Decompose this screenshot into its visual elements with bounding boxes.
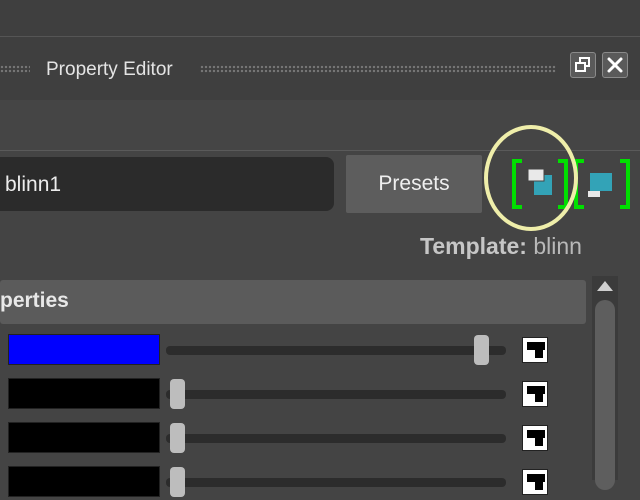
close-icon xyxy=(607,57,623,73)
show-output-button[interactable] xyxy=(574,157,630,211)
vertical-scrollbar[interactable] xyxy=(592,276,618,490)
checker-map-icon[interactable] xyxy=(522,381,548,407)
focus-input-node-icon xyxy=(512,159,568,209)
value-slider[interactable] xyxy=(166,335,506,365)
attribute-row xyxy=(0,378,590,412)
color-swatch[interactable] xyxy=(8,334,160,365)
scroll-up-arrow-icon[interactable] xyxy=(592,276,618,296)
presets-button[interactable]: Presets xyxy=(346,155,482,213)
divider xyxy=(0,150,640,151)
attribute-row xyxy=(0,466,590,500)
node-name-field[interactable]: blinn1 xyxy=(0,157,334,211)
section-label: perties xyxy=(0,289,69,312)
checker-map-icon[interactable] xyxy=(522,337,548,363)
color-swatch[interactable] xyxy=(8,466,160,497)
panel-title: Property Editor xyxy=(46,59,173,80)
top-strip xyxy=(0,0,640,36)
template-info: Template: blinn xyxy=(420,233,582,260)
color-swatch[interactable] xyxy=(8,378,160,409)
attribute-row xyxy=(0,334,590,368)
focus-input-button[interactable] xyxy=(512,157,568,211)
value-slider[interactable] xyxy=(166,379,506,409)
drag-grip-right[interactable] xyxy=(200,65,556,73)
drag-grip-left[interactable] xyxy=(0,65,30,73)
slider-handle[interactable] xyxy=(170,467,185,497)
restore-window-icon xyxy=(575,57,590,72)
value-slider[interactable] xyxy=(166,423,506,453)
checker-map-icon[interactable] xyxy=(522,469,548,495)
checker-map-icon[interactable] xyxy=(522,425,548,451)
color-swatch[interactable] xyxy=(8,422,160,453)
attribute-row xyxy=(0,422,590,456)
panel-title-bar: Property Editor xyxy=(0,36,640,101)
section-header-properties[interactable]: perties xyxy=(0,280,586,324)
template-value: blinn xyxy=(533,233,582,259)
toolbar-area xyxy=(0,100,640,151)
restore-window-button[interactable] xyxy=(570,52,596,78)
show-output-node-icon xyxy=(574,159,630,209)
value-slider[interactable] xyxy=(166,467,506,497)
template-label: Template: xyxy=(420,233,527,259)
slider-handle[interactable] xyxy=(473,335,489,365)
node-name-value: blinn1 xyxy=(5,173,62,196)
slider-handle[interactable] xyxy=(170,379,185,409)
close-panel-button[interactable] xyxy=(602,52,628,78)
slider-handle[interactable] xyxy=(170,423,185,453)
scrollbar-thumb[interactable] xyxy=(595,300,615,490)
